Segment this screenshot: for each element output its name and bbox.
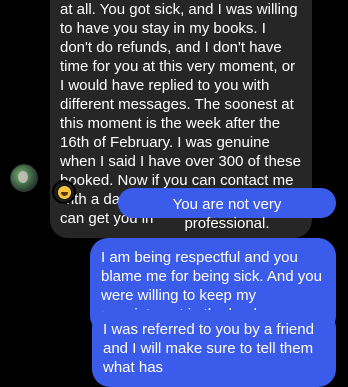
message-thread: at all. You got sick, and I was willing … (0, 0, 348, 387)
sender-avatar[interactable] (10, 164, 38, 192)
outgoing-message-bubble[interactable]: I was referred to you by a friend and I … (92, 310, 336, 387)
laughing-emoji-reaction-icon[interactable] (52, 180, 76, 204)
laughing-emoji-icon (57, 185, 71, 199)
outgoing-message-bubble[interactable]: You are not very professional. (118, 188, 336, 232)
